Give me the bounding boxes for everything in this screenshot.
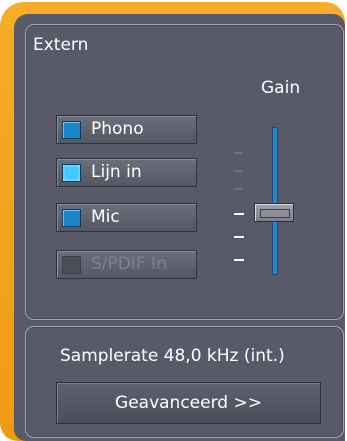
- source-button-mic[interactable]: Mic: [56, 203, 197, 232]
- gain-slider-thumb[interactable]: [254, 203, 294, 222]
- samplerate-text: Samplerate 48,0 kHz (int.): [60, 346, 285, 366]
- gain-tick: [234, 170, 242, 172]
- source-button-phono[interactable]: Phono: [56, 115, 197, 144]
- source-label-line-in: Lijn in: [91, 162, 142, 182]
- gain-slider-track[interactable]: [272, 127, 278, 275]
- gain-tick: [234, 236, 244, 238]
- gain-label: Gain: [261, 78, 301, 98]
- source-label-mic: Mic: [91, 207, 120, 227]
- source-button-spdif-in[interactable]: S/PDIF In: [56, 250, 197, 279]
- advanced-button[interactable]: Geavanceerd >>: [56, 382, 321, 424]
- led-indicator-icon: [62, 209, 81, 227]
- led-indicator-icon: [62, 121, 81, 139]
- gain-tick: [234, 188, 242, 190]
- gain-tick: [234, 213, 244, 215]
- led-indicator-icon: [62, 256, 81, 274]
- gain-tick: [234, 152, 242, 154]
- source-label-spdif-in: S/PDIF In: [91, 254, 167, 274]
- gain-tick: [234, 259, 244, 261]
- source-label-phono: Phono: [91, 119, 144, 139]
- source-button-line-in[interactable]: Lijn in: [56, 158, 197, 187]
- extern-title: Extern: [33, 35, 89, 55]
- led-indicator-icon: [62, 164, 81, 182]
